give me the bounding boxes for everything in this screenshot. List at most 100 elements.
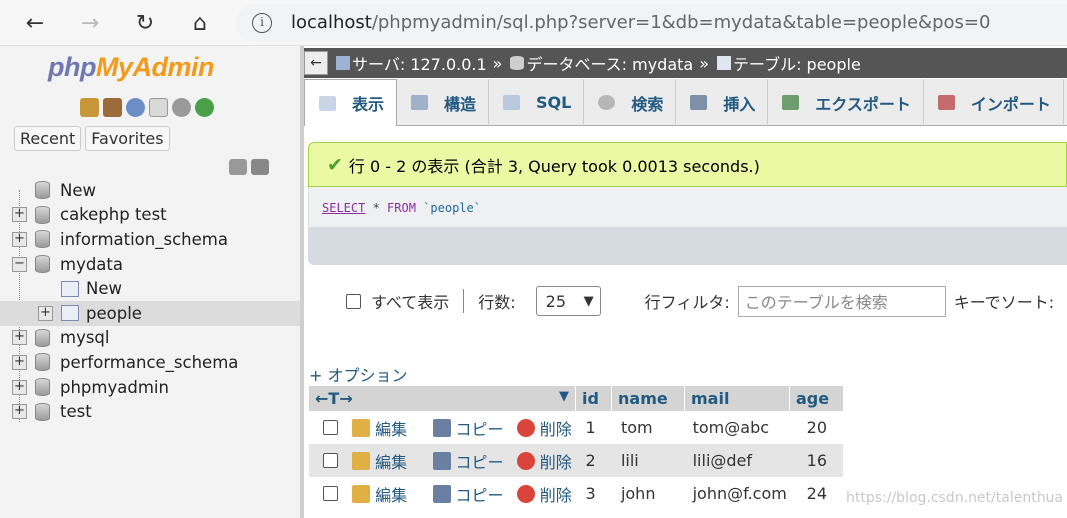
- link-icon[interactable]: [251, 159, 269, 175]
- expand-icon[interactable]: +: [12, 354, 27, 370]
- edit-action[interactable]: 編集: [352, 416, 432, 440]
- results-table: ←T→ ▼ id name mail age 編集 コピー 削除 1 tom t…: [309, 386, 843, 510]
- tab-structure[interactable]: 構造: [397, 79, 490, 126]
- expand-icon[interactable]: +: [38, 305, 53, 321]
- favorites-button[interactable]: Favorites: [85, 126, 170, 151]
- cell-mail[interactable]: john@f.com: [687, 484, 790, 503]
- sql-icon: [503, 95, 521, 110]
- forward-arrow-icon[interactable]: →: [73, 6, 107, 40]
- site-info-icon[interactable]: i: [252, 13, 272, 33]
- breadcrumb-server[interactable]: サーバ: 127.0.0.1: [352, 51, 487, 75]
- tree-item-label[interactable]: mysql: [60, 328, 110, 347]
- tree-item-information-schema[interactable]: + information_schema: [0, 227, 300, 252]
- tab-search[interactable]: 検索: [584, 79, 677, 126]
- copy-icon: [432, 418, 451, 437]
- column-header-age[interactable]: age: [789, 386, 843, 411]
- row-checkbox[interactable]: [323, 420, 339, 435]
- copy-action[interactable]: コピー: [432, 449, 517, 473]
- reload-icon[interactable]: ↻: [128, 6, 162, 40]
- edit-action[interactable]: 編集: [352, 482, 432, 506]
- tab-export[interactable]: エクスポート: [768, 79, 924, 126]
- phpmyadmin-logo[interactable]: phpMyAdmin: [48, 52, 214, 83]
- edit-action[interactable]: 編集: [352, 449, 432, 473]
- tree-item-label[interactable]: information_schema: [60, 230, 228, 249]
- cell-id[interactable]: 1: [580, 418, 615, 437]
- copy-action[interactable]: コピー: [432, 482, 517, 506]
- tree-item-label[interactable]: phpmyadmin: [60, 378, 169, 397]
- sql-keyword-select[interactable]: SELECT: [322, 201, 365, 215]
- expand-icon[interactable]: +: [12, 231, 27, 247]
- logout-icon[interactable]: [103, 98, 122, 117]
- delete-action[interactable]: 削除: [516, 482, 580, 506]
- expand-icon[interactable]: +: [12, 404, 27, 420]
- cell-mail[interactable]: lili@def: [687, 451, 790, 470]
- copy-label: コピー: [455, 485, 504, 505]
- tree-item-label[interactable]: people: [86, 304, 142, 323]
- delete-action[interactable]: 削除: [516, 449, 580, 473]
- column-header-id[interactable]: id: [575, 386, 611, 411]
- tree-item-label[interactable]: cakephp test: [60, 205, 167, 224]
- tree-item-mydata[interactable]: − mydata: [0, 252, 300, 277]
- cell-name[interactable]: john: [615, 484, 687, 503]
- tree-item-label[interactable]: test: [60, 402, 92, 421]
- tree-item-label[interactable]: New: [60, 181, 96, 200]
- cell-age[interactable]: 16: [790, 451, 843, 470]
- expand-icon[interactable]: +: [12, 330, 27, 346]
- cell-mail[interactable]: tom@abc: [687, 418, 790, 437]
- column-arrows-icon[interactable]: ←T→: [315, 389, 353, 408]
- show-all-checkbox[interactable]: [346, 293, 361, 309]
- collapse-sidebar-icon[interactable]: ←: [304, 51, 328, 75]
- breadcrumb-table[interactable]: テーブル: people: [733, 51, 861, 75]
- home-icon[interactable]: ⌂: [183, 6, 217, 40]
- tree-item-performance-schema[interactable]: + performance_schema: [0, 350, 300, 375]
- breadcrumb-database[interactable]: データベース: mydata: [526, 51, 693, 75]
- address-bar[interactable]: i localhost/phpmyadmin/sql.php?server=1&…: [236, 4, 1067, 42]
- tree-item-cakephp-test[interactable]: + cakephp test: [0, 203, 300, 228]
- collapse-icon[interactable]: −: [12, 256, 27, 272]
- help-icon[interactable]: [126, 98, 145, 117]
- refresh-icon[interactable]: [195, 98, 214, 117]
- row-filter-input[interactable]: このテーブルを検索: [737, 285, 946, 317]
- cell-age[interactable]: 20: [790, 418, 843, 437]
- cell-id[interactable]: 3: [580, 484, 615, 503]
- sort-dropdown-icon[interactable]: ▼: [559, 389, 569, 408]
- cell-age[interactable]: 24: [790, 484, 843, 503]
- cell-id[interactable]: 2: [580, 451, 615, 470]
- options-link[interactable]: + オプション: [309, 362, 408, 386]
- rows-per-page-select[interactable]: 25 ▼: [535, 286, 601, 316]
- delete-label: 削除: [539, 452, 572, 472]
- tree-item-new-table[interactable]: New: [0, 276, 300, 301]
- tree-item-label[interactable]: New: [86, 279, 122, 298]
- delete-action[interactable]: 削除: [516, 416, 580, 440]
- column-header-name[interactable]: name: [611, 386, 684, 411]
- search-icon: [598, 95, 616, 110]
- tab-import[interactable]: インポート: [924, 79, 1064, 126]
- back-arrow-icon[interactable]: ←: [18, 6, 52, 40]
- copy-action[interactable]: コピー: [432, 416, 517, 440]
- docs-icon[interactable]: [149, 98, 168, 117]
- row-checkbox[interactable]: [323, 453, 339, 468]
- recent-button[interactable]: Recent: [14, 126, 82, 151]
- tab-browse[interactable]: 表示: [304, 79, 398, 126]
- expand-icon[interactable]: +: [12, 379, 27, 395]
- import-icon: [937, 95, 955, 110]
- edit-label: 編集: [375, 485, 408, 505]
- column-header-mail[interactable]: mail: [684, 386, 789, 411]
- collapse-all-icon[interactable]: [229, 159, 247, 175]
- tree-item-mysql[interactable]: + mysql: [0, 326, 300, 351]
- home-icon[interactable]: [80, 98, 99, 117]
- gear-icon[interactable]: [172, 98, 191, 117]
- tree-item-phpmyadmin[interactable]: + phpmyadmin: [0, 375, 300, 400]
- tree-item-test[interactable]: + test: [0, 399, 300, 424]
- cell-name[interactable]: lili: [615, 451, 687, 470]
- tree-item-new[interactable]: New: [0, 178, 300, 203]
- tab-label: 検索: [631, 94, 664, 114]
- tree-item-label[interactable]: mydata: [60, 255, 123, 274]
- expand-icon[interactable]: +: [12, 207, 27, 223]
- cell-name[interactable]: tom: [615, 418, 687, 437]
- row-checkbox[interactable]: [323, 486, 339, 501]
- tree-item-people[interactable]: + people: [0, 300, 300, 326]
- tab-insert[interactable]: 挿入: [676, 79, 769, 126]
- tree-item-label[interactable]: performance_schema: [60, 353, 238, 372]
- tab-sql[interactable]: SQL: [489, 79, 585, 126]
